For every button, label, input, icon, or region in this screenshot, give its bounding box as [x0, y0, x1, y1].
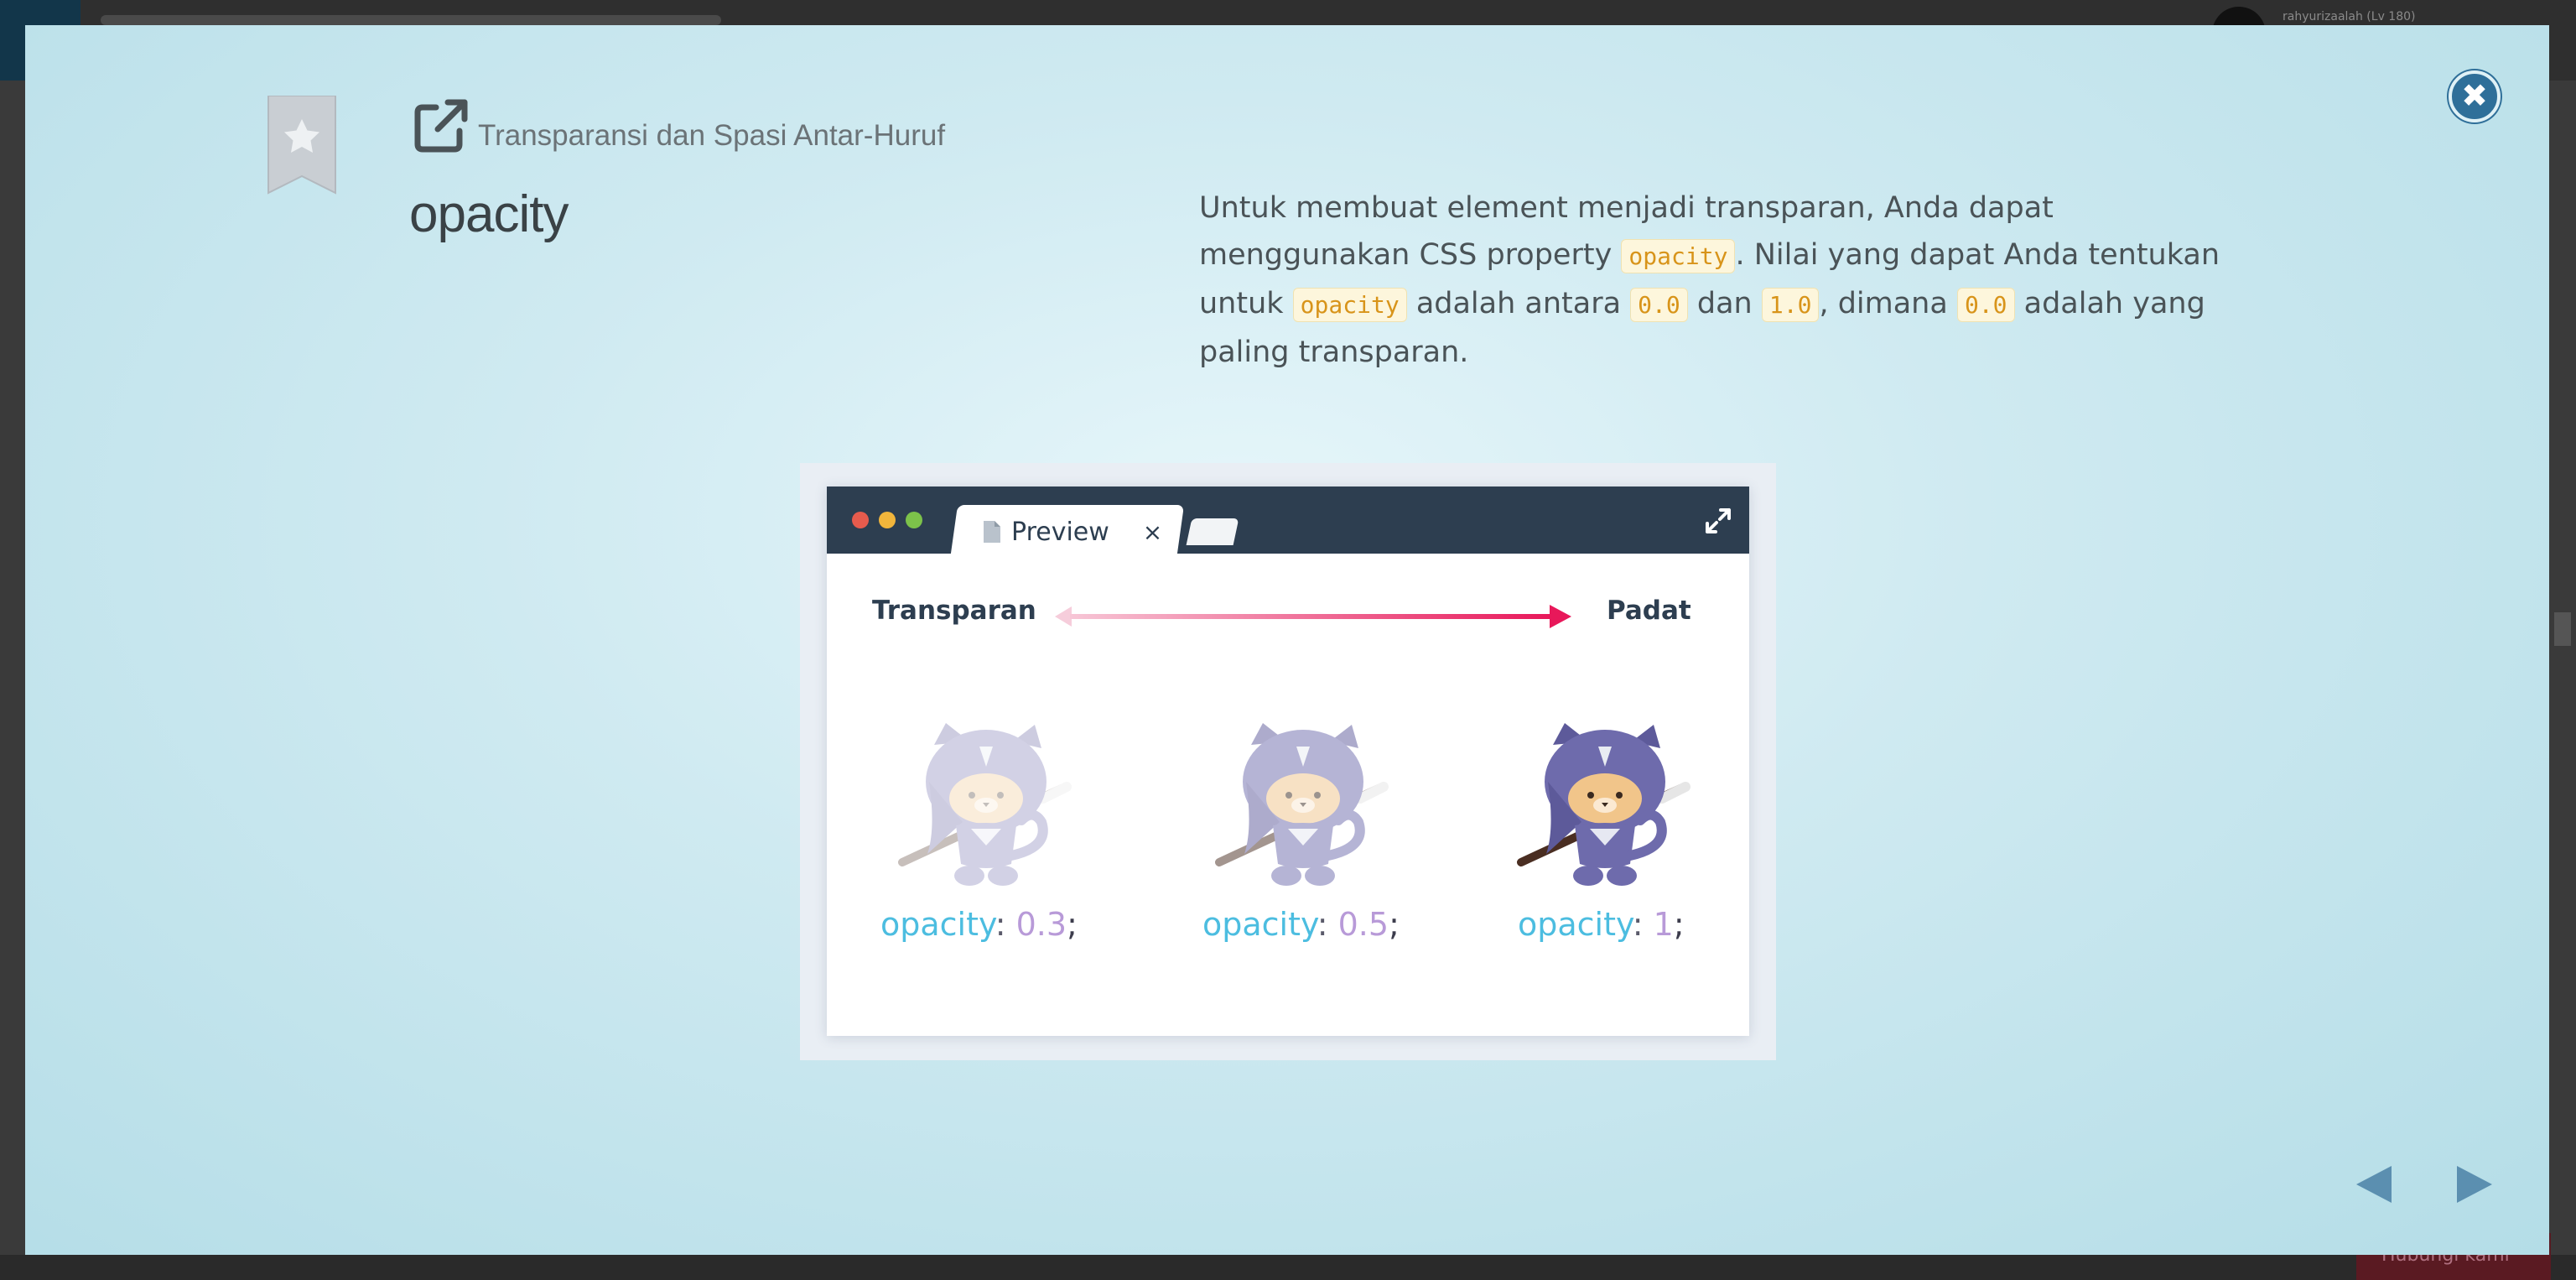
opacity-example-label: opacity: 0.3;: [880, 906, 1078, 943]
browser-tab-content: Preview ×: [983, 512, 1162, 552]
css-value: 0.3: [1015, 906, 1067, 943]
code-snippet: opacity: [1621, 239, 1736, 273]
css-property: opacity: [1202, 906, 1317, 943]
arrow-left-icon: [2356, 1166, 2392, 1203]
css-semicolon: ;: [1067, 906, 1078, 943]
css-colon: :: [1632, 906, 1654, 943]
expand-icon: [1706, 508, 1731, 533]
next-slide-button[interactable]: [2454, 1163, 2496, 1206]
opacity-example-label: opacity: 0.5;: [1202, 906, 1400, 943]
css-value: 0.5: [1337, 906, 1389, 943]
arrow-right-icon: [2457, 1166, 2492, 1203]
css-semicolon: ;: [1673, 906, 1685, 943]
transparent-label: Transparan: [872, 596, 1036, 626]
background-footer: [0, 1255, 2576, 1280]
background-scrollbar: [2554, 612, 2571, 646]
browser-tab-label: Preview: [1011, 517, 1109, 547]
solid-label: Padat: [1607, 596, 1691, 626]
opacity-scale-arrow: [1055, 605, 1571, 628]
bookmark-star-icon[interactable]: [267, 96, 337, 195]
browser-toolbar: Preview ×: [827, 487, 1749, 554]
css-colon: :: [995, 906, 1016, 943]
lesson-description: Untuk membuat element menjadi transparan…: [1199, 185, 2264, 376]
css-property: opacity: [1518, 906, 1633, 943]
background-username: rahyurizaalah (Lv 180): [2283, 10, 2416, 23]
close-icon: ✖: [2461, 77, 2488, 114]
chapter-title: Transparansi dan Spasi Antar-Huruf: [478, 119, 946, 152]
browser-mockup: Preview × Transparan Padat opacity: 0.3;…: [827, 487, 1749, 1036]
ninja-cat-image: [1215, 723, 1389, 886]
css-semicolon: ;: [1389, 906, 1400, 943]
description-text: dan: [1687, 287, 1762, 320]
css-colon: :: [1317, 906, 1338, 943]
tab-close-icon: ×: [1142, 518, 1163, 546]
lesson-modal: ✖ Transparansi dan Spasi Antar-Huruf opa…: [25, 25, 2549, 1255]
lesson-title: opacity: [409, 185, 569, 243]
ninja-cat-image: [898, 723, 1072, 886]
close-button[interactable]: ✖: [2449, 70, 2501, 122]
chapter-title-row: Transparansi dan Spasi Antar-Huruf: [411, 89, 945, 156]
css-value: 1: [1653, 906, 1674, 943]
external-link-icon[interactable]: [411, 96, 471, 156]
new-tab: [1186, 518, 1239, 545]
ninja-cat-image: [1517, 723, 1690, 886]
opacity-example-label: opacity: 1;: [1518, 906, 1685, 943]
window-maximize-dot: [906, 512, 922, 528]
code-snippet: opacity: [1292, 288, 1407, 322]
window-minimize-dot: [879, 512, 896, 528]
opacity-illustration: Preview × Transparan Padat opacity: 0.3;…: [800, 463, 1776, 1060]
previous-slide-button[interactable]: [2353, 1163, 2395, 1206]
window-close-dot: [852, 512, 869, 528]
css-property: opacity: [880, 906, 995, 943]
description-text: adalah antara: [1406, 287, 1631, 320]
code-snippet: 1.0: [1761, 288, 1820, 322]
description-text: , dimana: [1819, 287, 1957, 320]
document-icon: [984, 521, 1000, 543]
background-search-bar: [101, 15, 721, 25]
code-snippet: 0.0: [1630, 288, 1688, 322]
code-snippet: 0.0: [1956, 288, 2015, 322]
